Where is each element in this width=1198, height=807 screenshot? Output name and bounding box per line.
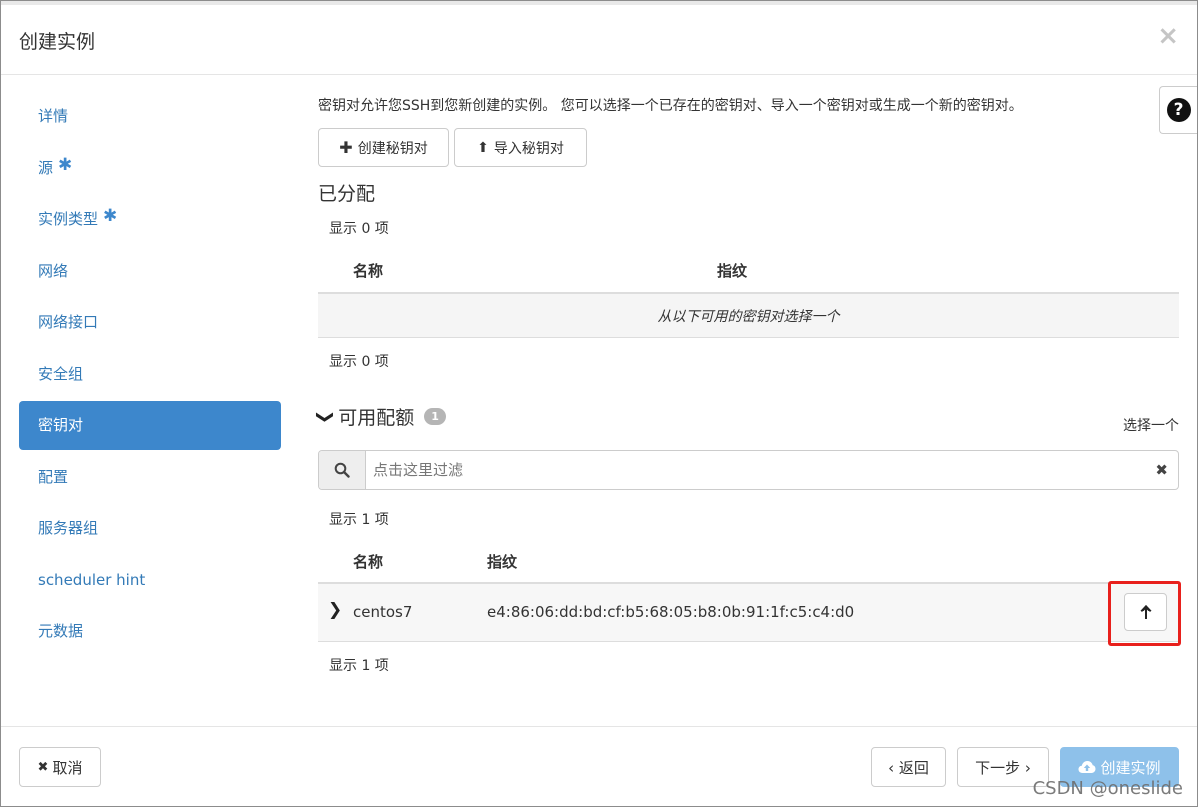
sidebar-item-scheduler-hint[interactable]: scheduler hint (19, 555, 281, 607)
sidebar-item-label: scheduler hint (38, 570, 146, 589)
back-label: ‹ 返回 (888, 758, 929, 777)
select-one-hint: 选择一个 (1123, 418, 1179, 434)
sidebar-item-label: 源 (38, 158, 54, 177)
empty-message: 从以下可用的密钥对选择一个 (657, 308, 840, 325)
allocated-count-top: 显示 0 项 (329, 221, 389, 237)
allocated-header-name[interactable]: 名称 (353, 260, 383, 281)
sidebar-item-label: 详情 (38, 107, 69, 125)
available-title: 可用配额 (338, 407, 415, 429)
sidebar-item-source[interactable]: 源 ✱ (19, 143, 281, 195)
cancel-button[interactable]: ✖ 取消 (19, 747, 101, 787)
chevron-right-icon[interactable]: ❯ (328, 600, 342, 620)
import-keypair-button[interactable]: ⬆ 导入秘钥对 (454, 128, 587, 167)
close-icon: ✖ (37, 759, 49, 775)
modal-header: 创建实例 × (1, 5, 1197, 75)
available-header-fingerprint[interactable]: 指纹 (487, 551, 517, 572)
question-icon: ? (1166, 98, 1191, 122)
allocated-header-fingerprint[interactable]: 指纹 (717, 260, 747, 281)
clear-filter-icon[interactable]: ✖ (1155, 461, 1168, 479)
cloud-upload-icon (1078, 761, 1096, 773)
available-count-badge: 1 (424, 408, 446, 425)
sidebar-item-label: 配置 (38, 467, 69, 486)
table-row: ❯ centos7 e4:86:06:dd:bd:cf:b5:68:05:b8:… (318, 581, 1181, 646)
arrow-up-icon (1140, 605, 1151, 619)
next-label: 下一步 › (975, 758, 1031, 777)
sidebar-item-networks[interactable]: 网络 (19, 246, 281, 298)
allocated-title: 已分配 (318, 183, 376, 205)
keypair-name: centos7 (353, 603, 413, 621)
sidebar-item-details[interactable]: 详情 (19, 91, 281, 143)
launch-instance-label: 创建实例 (1100, 758, 1161, 777)
sidebar-item-flavor[interactable]: 实例类型 ✱ (19, 194, 281, 246)
sidebar-item-label: 网络 (38, 261, 69, 280)
step-description: 密钥对允许您SSH到您新创建的实例。 您可以选择一个已存在的密钥对、导入一个密钥… (318, 98, 1023, 114)
filter-bar: ✖ (318, 450, 1179, 490)
modal-title: 创建实例 (19, 31, 96, 53)
sidebar-item-label: 实例类型 (38, 210, 99, 228)
available-header-name[interactable]: 名称 (353, 551, 383, 572)
search-addon (319, 451, 366, 489)
sidebar-item-label: 服务器组 (38, 519, 99, 537)
modal-footer: ✖ 取消 ‹ 返回 下一步 › 创建实例 (1, 726, 1197, 806)
sidebar-item-label: 密钥对 (38, 416, 84, 434)
back-button[interactable]: ‹ 返回 (871, 747, 946, 787)
available-count-bottom: 显示 1 项 (329, 658, 389, 674)
available-count-top: 显示 1 项 (329, 512, 389, 528)
create-keypair-label: 创建秘钥对 (357, 140, 428, 157)
sidebar-item-network-ports[interactable]: 网络接口 (19, 297, 281, 349)
sidebar-item-server-groups[interactable]: 服务器组 (19, 503, 281, 555)
sidebar-item-label: 安全组 (38, 364, 84, 383)
create-keypair-button[interactable]: ✚ 创建秘钥对 (318, 128, 449, 167)
watermark: CSDN @oneslide (1032, 778, 1183, 799)
wizard-sidebar: 详情 源 ✱ 实例类型 ✱ 网络 网络接口 安全组 密钥对 配置 服务器组 sche… (19, 91, 281, 658)
help-button[interactable]: ? (1159, 86, 1197, 134)
allocate-button[interactable] (1124, 593, 1167, 631)
sidebar-item-metadata[interactable]: 元数据 (19, 606, 281, 658)
sidebar-item-label: 元数据 (38, 622, 84, 640)
sidebar-item-key-pair[interactable]: 密钥对 (19, 401, 281, 450)
launch-instance-modal: 创建实例 × 详情 源 ✱ 实例类型 ✱ 网络 网络接口 安全组 密钥对 配置 服务… (0, 0, 1198, 807)
filter-input[interactable] (373, 451, 1133, 489)
close-icon[interactable]: × (1157, 23, 1179, 49)
import-keypair-label: 导入秘钥对 (493, 140, 564, 157)
available-section-toggle[interactable]: ❯ 可用配额 1 (315, 403, 446, 430)
sidebar-item-label: 网络接口 (38, 313, 99, 331)
required-asterisk-icon: ✱ (58, 154, 73, 175)
required-asterisk-icon: ✱ (103, 206, 118, 226)
keypair-fingerprint: e4:86:06:dd:bd:cf:b5:68:05:b8:0b:91:1f:c… (487, 603, 855, 621)
allocated-count-bottom: 显示 0 项 (329, 354, 389, 370)
allocated-empty-row: 从以下可用的密钥对选择一个 (318, 294, 1179, 338)
chevron-down-icon: ❯ (315, 409, 336, 424)
plus-icon: ✚ (339, 138, 353, 157)
sidebar-item-configuration[interactable]: 配置 (19, 452, 281, 504)
search-icon (334, 462, 350, 478)
cancel-label: 取消 (52, 758, 83, 777)
sidebar-item-security-groups[interactable]: 安全组 (19, 349, 281, 401)
upload-icon: ⬆ (477, 139, 489, 156)
